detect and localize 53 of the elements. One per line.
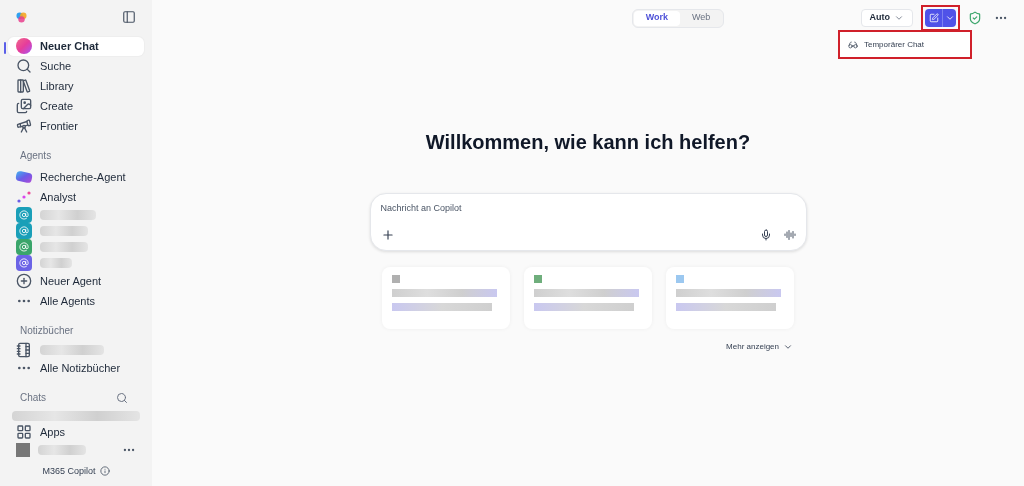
product-name: M365 Copilot: [42, 464, 96, 478]
model-picker[interactable]: Auto: [860, 9, 913, 27]
sidebar-item[interactable]: Library: [8, 76, 144, 96]
chart-dots-icon: [16, 189, 32, 205]
search-icon: [16, 58, 32, 74]
compose-icon: [928, 13, 939, 23]
section-heading: Chats: [20, 391, 47, 405]
section-heading: Notizbücher: [20, 324, 74, 338]
sidebar-item[interactable]: Create: [8, 96, 144, 116]
shield-check-icon[interactable]: [968, 11, 982, 25]
add-agent-icon: [16, 273, 32, 289]
sidebar-item[interactable]: Apps: [8, 422, 144, 442]
show-more-link[interactable]: Mehr anzeigen: [726, 341, 793, 353]
sidebar-item[interactable]: Alle Notizbücher: [8, 358, 144, 378]
message-input[interactable]: Nachricht an Copilot: [380, 202, 796, 216]
blurred-text: [38, 445, 86, 456]
mode-tab[interactable]: Work: [633, 10, 680, 26]
sidebar-item[interactable]: Recherche-Agent: [8, 167, 144, 187]
notebook-icon: [16, 342, 32, 358]
microphone-icon[interactable]: [759, 229, 772, 241]
blurred-text: [40, 242, 88, 252]
sidebar-item[interactable]: Alle Agents: [8, 291, 144, 311]
search-icon[interactable]: [116, 391, 128, 404]
sidebar-toggle-icon[interactable]: [122, 10, 136, 24]
chevron-down-icon: [894, 13, 904, 23]
telescope-icon: [16, 118, 32, 134]
apps-icon: [16, 424, 32, 441]
voice-icon[interactable]: [783, 229, 796, 241]
sidebar-item[interactable]: Neuer Agent: [8, 271, 144, 291]
menu-item-label: Temporärer Chat: [864, 38, 925, 51]
library-icon: [16, 78, 32, 94]
sidebar-item[interactable]: Suche: [8, 56, 144, 76]
blurred-text: [40, 210, 96, 220]
mode-tab[interactable]: Web: [680, 10, 723, 26]
copilot-logo-icon: [16, 11, 27, 23]
glasses-icon: [848, 39, 858, 50]
blurred-text: [40, 345, 104, 355]
section-heading: Agents: [20, 149, 52, 163]
layers-icon: [15, 170, 33, 184]
blurred-text: [40, 258, 72, 268]
menu-item[interactable]: Temporärer Chat: [844, 38, 929, 51]
welcome-heading: Willkommen, wie kann ich helfen?: [424, 130, 752, 155]
add-icon[interactable]: [380, 228, 395, 242]
copilot-chat-icon: [16, 38, 32, 54]
chevron-down-icon: [783, 342, 793, 352]
sidebar-item[interactable]: Analyst: [8, 187, 144, 207]
avatar[interactable]: [16, 443, 30, 458]
images-icon: [16, 98, 32, 114]
info-icon[interactable]: [99, 466, 110, 477]
sidebar-item[interactable]: Frontier: [8, 116, 144, 136]
blurred-text: [40, 226, 88, 236]
chevron-down-icon: [944, 13, 955, 23]
sidebar-item[interactable]: Neuer Chat: [8, 36, 144, 56]
